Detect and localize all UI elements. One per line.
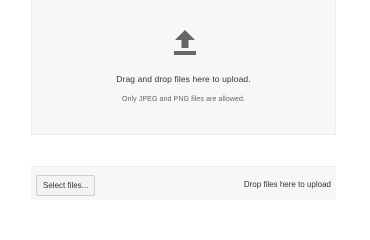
upload-icon xyxy=(173,29,197,59)
drop-files-label: Drop files here to upload xyxy=(243,180,331,189)
file-drop-zone[interactable]: Drag and drop files here to upload. Only… xyxy=(31,0,336,135)
upload-footer-bar: Select files... Drop files here to uploa… xyxy=(31,166,336,200)
drop-zone-hint: Only JPEG and PNG files are allowed. xyxy=(121,96,246,103)
select-files-button[interactable]: Select files... xyxy=(36,175,96,196)
drop-zone-title: Drag and drop files here to upload. xyxy=(116,74,251,84)
